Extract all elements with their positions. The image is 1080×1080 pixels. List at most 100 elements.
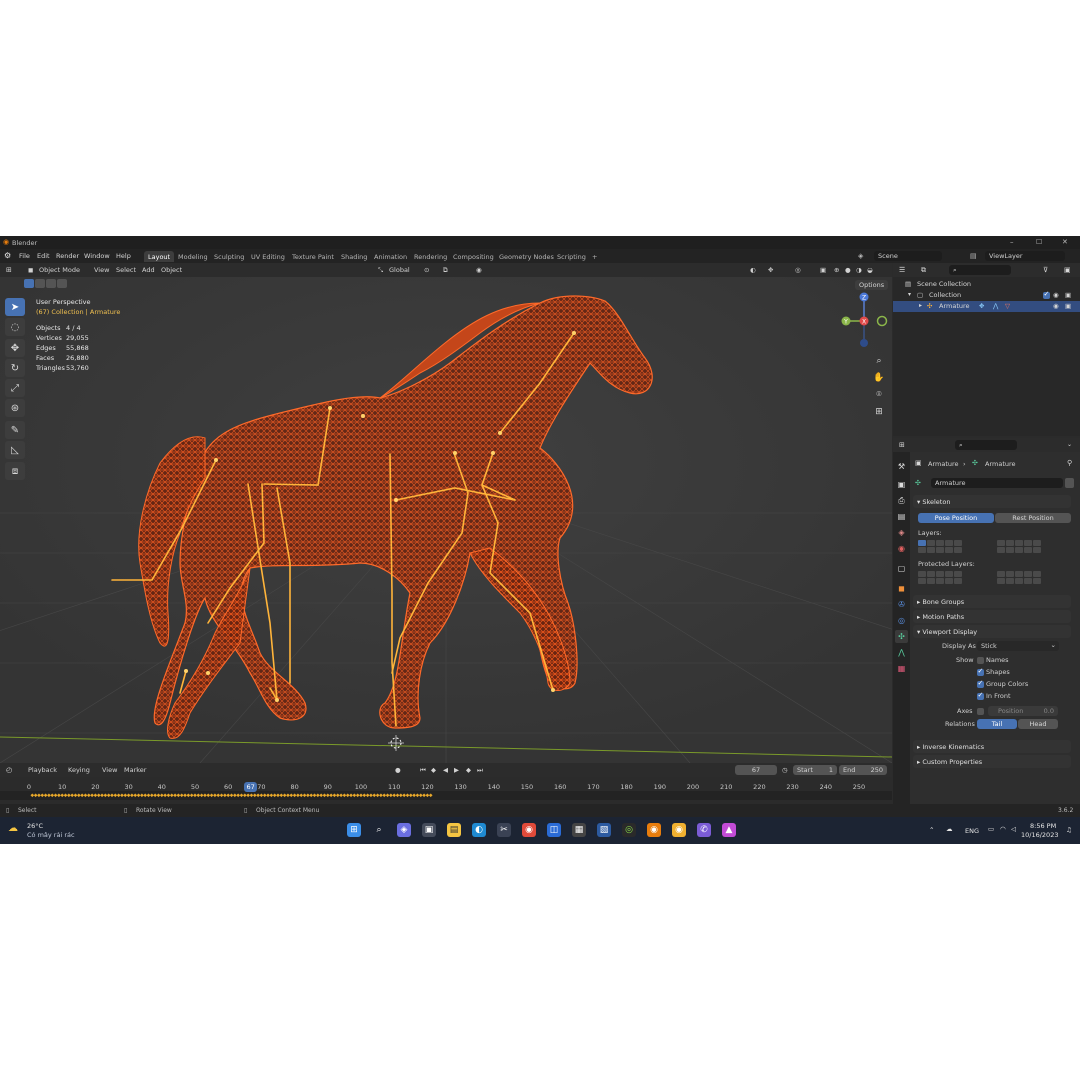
maximize-button[interactable]: ☐ — [1036, 238, 1042, 246]
viber-icon[interactable]: ✆ — [697, 823, 711, 837]
axes-position-field[interactable]: Position 0.0 — [988, 706, 1058, 716]
keyframe-marker[interactable] — [153, 793, 157, 798]
keyframe-marker[interactable] — [355, 793, 360, 798]
keyframe-marker[interactable] — [279, 793, 284, 798]
keyframe-marker[interactable] — [412, 793, 416, 798]
camera-render-icon[interactable]: ▣ — [1065, 302, 1071, 310]
select-subtract-icon[interactable] — [46, 279, 56, 288]
keyframe-marker[interactable] — [266, 793, 270, 798]
physics-tab-icon[interactable]: ◎ — [895, 614, 908, 627]
shapes-checkbox[interactable] — [977, 667, 984, 676]
proportional-edit-icon[interactable]: ◉ — [476, 266, 482, 274]
app-icon-a[interactable]: ▦ — [572, 823, 586, 837]
onedrive-icon[interactable]: ☁ — [946, 825, 953, 833]
keyframe-marker[interactable] — [233, 793, 237, 798]
keyframe-marker[interactable] — [342, 793, 347, 798]
keyframe-marker[interactable] — [309, 793, 314, 798]
properties-search-input[interactable]: ⌕ — [955, 440, 1017, 450]
keyframe-marker[interactable] — [30, 793, 35, 798]
keyframe-marker[interactable] — [37, 793, 41, 798]
properties-editor-icon[interactable]: ⊞ — [899, 441, 905, 449]
viewport-scene[interactable] — [0, 263, 892, 763]
navigation-gizmo[interactable]: Z Y X — [838, 287, 890, 349]
mode-selector[interactable]: Object Mode — [39, 266, 80, 274]
windows-start-icon[interactable]: ⊞ — [347, 823, 361, 837]
tab-shading[interactable]: Shading — [337, 251, 371, 262]
tab-scripting[interactable]: Scripting — [553, 251, 590, 262]
keyframe-marker[interactable] — [392, 793, 397, 798]
keyframe-marker[interactable] — [399, 793, 403, 798]
modifier-tab-icon[interactable]: ✇ — [895, 598, 908, 611]
keyframe-marker[interactable] — [113, 793, 118, 798]
wifi-icon[interactable]: ◠ — [1000, 825, 1006, 833]
task-view-icon[interactable]: ▣ — [422, 823, 436, 837]
keyframe-marker[interactable] — [256, 793, 260, 798]
keyframe-marker[interactable] — [203, 793, 207, 798]
armature-data-tab-icon[interactable]: ✣ — [895, 630, 908, 643]
object-tab-icon[interactable]: ◼ — [895, 582, 908, 595]
keyframe-marker[interactable] — [179, 793, 184, 798]
keyframe-marker[interactable] — [223, 793, 227, 798]
keyframe-marker[interactable] — [80, 793, 84, 798]
outliner-row-scene-collection[interactable]: ▤ Scene Collection — [893, 279, 1080, 290]
menu-select[interactable]: Select — [116, 266, 136, 274]
keyframe-marker[interactable] — [100, 793, 104, 798]
keyframe-marker[interactable] — [103, 793, 108, 798]
keyframe-marker[interactable] — [382, 793, 387, 798]
keyframe-track[interactable] — [0, 791, 892, 800]
keyframe-marker[interactable] — [120, 793, 124, 798]
keyframe-marker[interactable] — [90, 793, 94, 798]
playhead-indicator[interactable]: 67 — [244, 782, 257, 792]
select-new-icon[interactable] — [24, 279, 34, 288]
screen-icon[interactable]: ▭ — [988, 825, 994, 833]
keyframe-marker[interactable] — [133, 793, 138, 798]
keyframe-marker[interactable] — [296, 793, 300, 798]
gizmo-neg-z-icon[interactable] — [860, 339, 868, 347]
affinity-icon[interactable]: ▲ — [722, 823, 736, 837]
scale-tool[interactable]: ⤢ — [5, 379, 25, 397]
material-shading-icon[interactable]: ◑ — [856, 266, 862, 274]
filter-icon[interactable]: ⊽ — [1043, 266, 1048, 274]
keyframe-marker[interactable] — [67, 793, 71, 798]
snap-icon[interactable]: ⧉ — [443, 266, 448, 275]
keyframe-marker[interactable] — [156, 793, 161, 798]
pin-icon[interactable]: ⚲ — [1067, 459, 1072, 467]
render-tab-icon[interactable]: ▣ — [895, 478, 908, 491]
keyframe-marker[interactable] — [249, 793, 254, 798]
keyframe-marker[interactable] — [272, 793, 277, 798]
keyframe-marker[interactable] — [136, 793, 141, 798]
names-checkbox[interactable] — [977, 657, 984, 664]
tab-modeling[interactable]: Modeling — [174, 251, 212, 262]
keyframe-marker[interactable] — [110, 793, 114, 798]
display-as-dropdown[interactable]: Stick ⌄ — [977, 641, 1059, 651]
keyframe-marker[interactable] — [252, 793, 257, 798]
menu-help[interactable]: Help — [116, 252, 131, 260]
tray-overflow-icon[interactable]: ⌃ — [929, 826, 934, 834]
pivot-icon[interactable]: ⊙ — [424, 266, 429, 274]
relations-tail-button[interactable]: Tail — [977, 719, 1017, 729]
view-layer-tab-icon[interactable]: ▤ — [895, 510, 908, 523]
keyframe-marker[interactable] — [206, 793, 211, 798]
layers-grid-b[interactable] — [997, 540, 1041, 553]
keyframe-marker[interactable] — [246, 793, 250, 798]
keyframe-marker[interactable] — [276, 793, 280, 798]
keyframe-marker[interactable] — [289, 793, 294, 798]
keyframe-marker[interactable] — [150, 793, 154, 798]
keyframe-marker[interactable] — [359, 793, 363, 798]
store-icon[interactable]: ◫ — [547, 823, 561, 837]
group-colors-checkbox[interactable] — [977, 679, 984, 688]
menu-object[interactable]: Object — [161, 266, 182, 274]
keyframe-marker[interactable] — [269, 793, 274, 798]
keyframe-marker[interactable] — [123, 793, 128, 798]
keyframe-marker[interactable] — [40, 793, 45, 798]
keyframe-marker[interactable] — [86, 793, 91, 798]
pan-hand-icon[interactable]: ✋ — [870, 371, 888, 385]
keyframe-marker[interactable] — [375, 793, 380, 798]
keyframe-marker[interactable] — [47, 793, 51, 798]
grid-view-icon[interactable]: ⊞ — [870, 405, 888, 419]
menu-edit[interactable]: Edit — [37, 252, 50, 260]
keyframe-marker[interactable] — [408, 793, 413, 798]
zoom-icon[interactable]: ⌕ — [870, 354, 888, 368]
keyframe-marker[interactable] — [242, 793, 247, 798]
tab-uv-editing[interactable]: UV Editing — [247, 251, 289, 262]
